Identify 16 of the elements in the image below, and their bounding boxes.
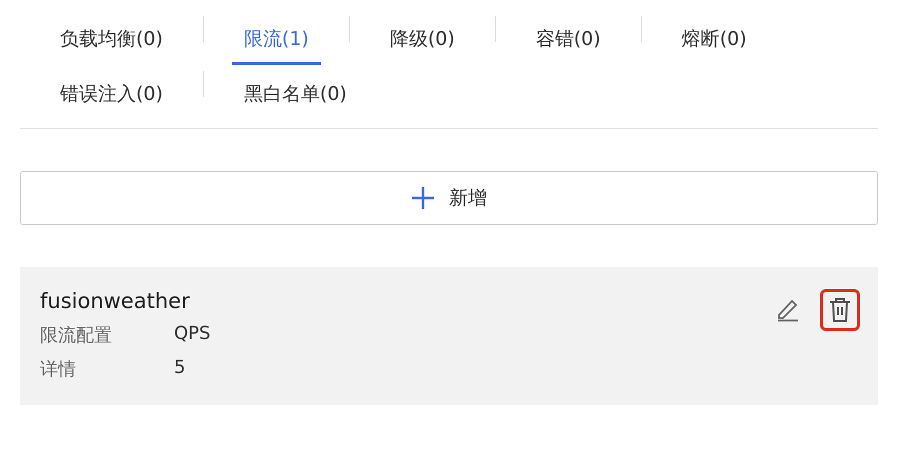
field-label: 详情 — [40, 358, 77, 381]
field-value: QPS — [174, 323, 210, 346]
tab[interactable]: 降级(0) — [378, 14, 467, 65]
add-button[interactable]: 新增 — [20, 171, 878, 225]
tab[interactable]: 熔断(0) — [670, 14, 759, 65]
rule-name: fusionweather — [40, 289, 191, 313]
tab[interactable]: 错误注入(0) — [48, 69, 175, 120]
field-value: 5 — [174, 357, 186, 380]
tab[interactable]: 黑白名单(0) — [232, 69, 359, 120]
trash-icon — [827, 296, 853, 324]
tab[interactable]: 限流(1) — [232, 14, 321, 65]
plus-icon — [411, 186, 435, 210]
delete-button[interactable] — [820, 289, 860, 331]
tab[interactable]: 容错(0) — [524, 14, 613, 65]
field-label: 限流配置 — [40, 324, 113, 347]
tab[interactable]: 负载均衡(0) — [48, 14, 175, 65]
